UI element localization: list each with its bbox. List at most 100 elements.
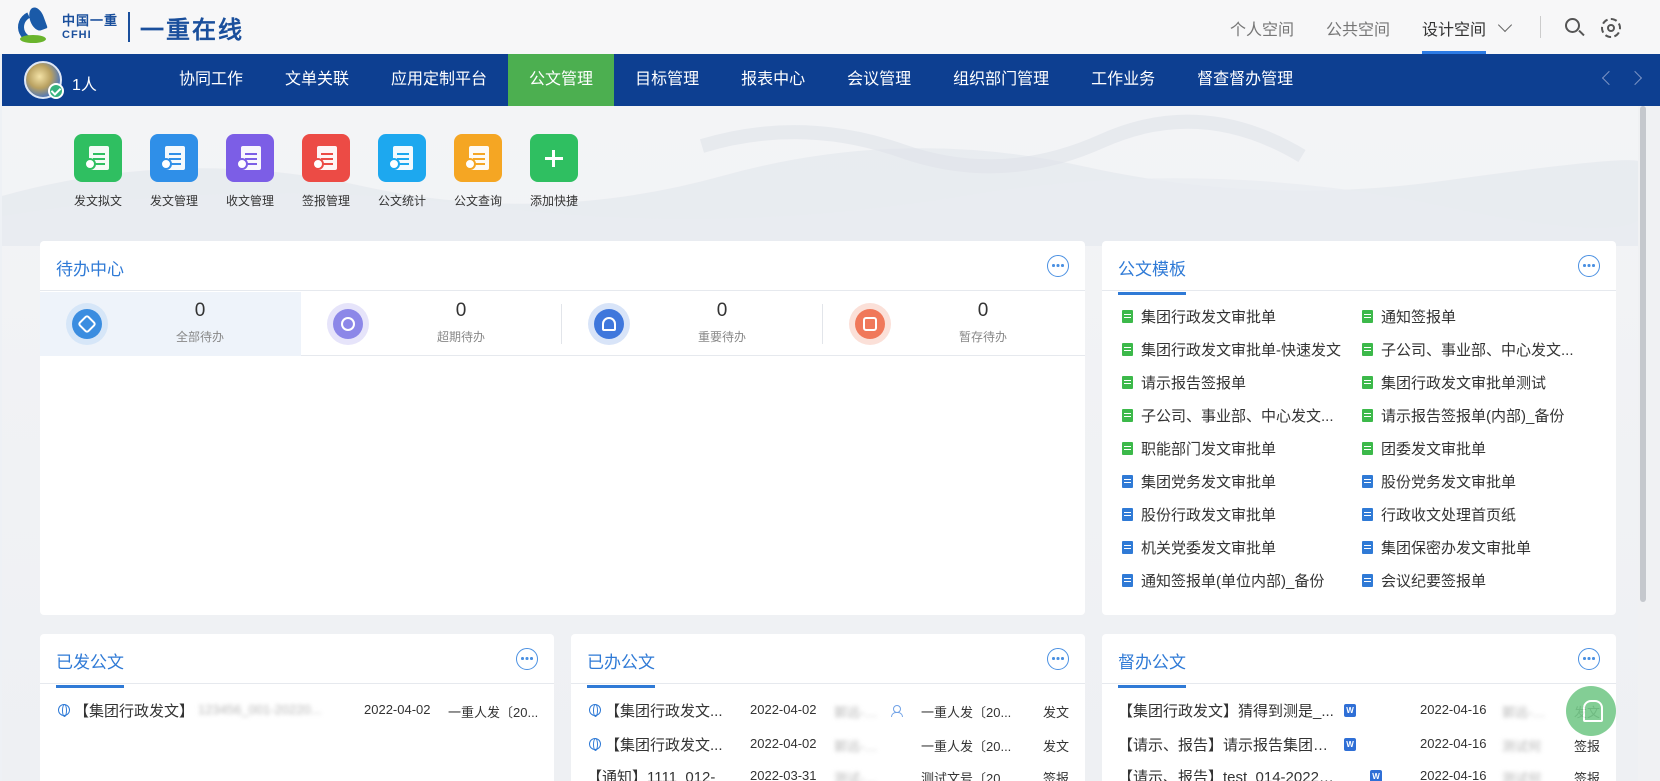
file-icon (1362, 375, 1373, 389)
template-item[interactable]: 团委发文审批单 (1362, 437, 1602, 459)
stat-value: 0 (455, 300, 467, 321)
template-item[interactable]: 请示报告签报单 (1122, 371, 1362, 393)
file-icon (1122, 540, 1133, 554)
template-label: 股份党务发文审批单 (1381, 473, 1517, 491)
chevron-down-icon[interactable] (1497, 17, 1513, 33)
template-item[interactable]: 集团行政发文审批单测试 (1362, 371, 1602, 393)
globe-icon (58, 704, 70, 717)
user-info[interactable]: 1人 (24, 60, 97, 100)
more-icon[interactable] (516, 648, 538, 670)
stat-overdue[interactable]: 0 超期待办 (301, 292, 562, 356)
file-icon (1362, 408, 1373, 422)
file-icon (1122, 441, 1133, 455)
table-row[interactable]: 【集团行政发文】猜得到测是_... W 2022-04-16 郭远-陈... 发… (1102, 694, 1616, 726)
doc-type: 签报 (1574, 739, 1601, 754)
card-title[interactable]: 已发公文 (56, 648, 124, 688)
avatar[interactable] (24, 61, 64, 99)
nav-item-official-docs[interactable]: 公文管理 (508, 54, 615, 106)
stat-important[interactable]: 0 重要待办 (562, 292, 823, 356)
card-title[interactable]: 已办公文 (587, 648, 655, 688)
space-public[interactable]: 公共空间 (1326, 0, 1390, 54)
template-item[interactable]: 股份党务发文审批单 (1362, 470, 1602, 492)
user-clock-icon (327, 303, 369, 345)
shortcut-label: 公文统计 (377, 194, 426, 208)
search-icon[interactable] (1563, 17, 1585, 39)
more-icon[interactable] (1047, 255, 1069, 277)
table-row[interactable]: 【通知】1111_012- 2022-03-31 测试-陈... 测试文号〔20… (571, 760, 1085, 781)
nav-item-reports[interactable]: 报表中心 (720, 54, 826, 106)
space-design[interactable]: 设计空间 (1422, 0, 1487, 54)
templates-card: 公文模板 集团行政发文审批单 通知签报单 集团行政发文审批单-快速发文 子公司、… (1102, 241, 1616, 615)
nav-item-supervision[interactable]: 督查督办管理 (1176, 54, 1314, 106)
more-icon[interactable] (1578, 648, 1600, 670)
card-title[interactable]: 待办中心 (56, 255, 124, 295)
chevron-left-icon[interactable] (1601, 70, 1617, 86)
logo-en: CFHI (62, 28, 92, 41)
template-item[interactable]: 行政收文处理首页纸 (1362, 503, 1602, 525)
scrollbar-thumb[interactable] (1640, 106, 1646, 602)
nav-item-goals[interactable]: 目标管理 (614, 54, 720, 106)
table-row[interactable]: 【集团行政发文... 2022-04-02 郭远-杜... 一重人发〔20...… (571, 728, 1085, 760)
document-edit-icon (74, 134, 122, 182)
table-row[interactable]: 【请示、报告】请示报告集团领... W 2022-04-16 测试何 签报 (1102, 728, 1616, 760)
space-switcher: 个人空间 公共空间 设计空间 (1230, 0, 1513, 54)
template-item[interactable]: 股份行政发文审批单 (1122, 503, 1362, 525)
document-manage-icon (150, 134, 198, 182)
shortcut-draft[interactable]: 发文拟文 (60, 134, 136, 209)
shortcut-add[interactable]: 添加快捷 (516, 134, 592, 209)
doc-person: 测试何 (1502, 739, 1542, 754)
table-row[interactable]: 【集团行政发文】 123456_001-20220... 2022-04-02 … (40, 694, 554, 726)
template-item[interactable]: 机关党委发文审批单 (1122, 536, 1362, 558)
shortcut-send-manage[interactable]: 发文管理 (136, 134, 212, 209)
nav-item-work[interactable]: 工作业务 (1070, 54, 1176, 106)
gear-icon[interactable] (1600, 17, 1622, 39)
template-item[interactable]: 集团保密办发文审批单 (1362, 536, 1602, 558)
template-item[interactable]: 通知签报单 (1362, 305, 1602, 327)
stat-draft[interactable]: 0 暂存待办 (823, 292, 1084, 356)
doc-date: 2022-04-02 (364, 702, 431, 717)
template-label: 团委发文审批单 (1381, 440, 1487, 458)
pending-center-card: 待办中心 0 全部待办 0 超期待办 0 重要待办 0 暂存待办 (40, 241, 1085, 615)
template-item[interactable]: 请示报告签报单(内部)_备份 (1362, 404, 1602, 426)
template-item[interactable]: 子公司、事业部、中心发文... (1122, 404, 1362, 426)
chevron-right-icon[interactable] (1627, 70, 1643, 86)
card-title[interactable]: 公文模板 (1118, 255, 1186, 295)
shortcut-statistics[interactable]: 公文统计 (364, 134, 440, 209)
space-personal[interactable]: 个人空间 (1230, 0, 1294, 54)
stat-value: 0 (194, 300, 206, 321)
nav-item-collab[interactable]: 协同工作 (158, 54, 264, 106)
more-icon[interactable] (1578, 255, 1600, 277)
template-label: 会议纪要签报单 (1381, 572, 1487, 590)
shortcut-query[interactable]: 公文查询 (440, 134, 516, 209)
template-label: 机关党委发文审批单 (1141, 539, 1277, 557)
card-header: 已发公文 (40, 634, 554, 688)
template-item[interactable]: 会议纪要签报单 (1362, 569, 1602, 591)
logo[interactable]: 中国一重 CFHI 一重在线 (13, 4, 244, 50)
nav-item-app-platform[interactable]: 应用定制平台 (370, 54, 508, 106)
pending-stats: 0 全部待办 0 超期待办 0 重要待办 0 暂存待办 (40, 292, 1085, 356)
template-label: 集团党务发文审批单 (1141, 473, 1277, 491)
card-title[interactable]: 督办公文 (1118, 648, 1186, 688)
template-item[interactable]: 子公司、事业部、中心发文... (1362, 338, 1602, 360)
template-item[interactable]: 集团党务发文审批单 (1122, 470, 1362, 492)
file-icon (1122, 342, 1133, 356)
table-row[interactable]: 【集团行政发文... 2022-04-02 郭远-杜... 一重人发〔20...… (571, 694, 1085, 726)
stat-value: 0 (977, 300, 989, 321)
table-row[interactable]: 【请示、报告】test_014-202204... W 2022-04-16 测… (1102, 760, 1616, 781)
template-item[interactable]: 集团行政发文审批单 (1122, 305, 1362, 327)
doc-person: 郭远-陈... (1502, 705, 1548, 720)
shortcut-receive-manage[interactable]: 收文管理 (212, 134, 288, 209)
nav-item-doc-link[interactable]: 文单关联 (264, 54, 370, 106)
word-file-icon: W (1344, 704, 1356, 717)
nav-item-meetings[interactable]: 会议管理 (826, 54, 932, 106)
template-item[interactable]: 通知签报单(单位内部)_备份 (1122, 569, 1362, 591)
nav-item-org[interactable]: 组织部门管理 (932, 54, 1070, 106)
doc-date: 2022-04-16 (1420, 768, 1487, 781)
template-item[interactable]: 职能部门发文审批单 (1122, 437, 1362, 459)
template-item[interactable]: 集团行政发文审批单-快速发文 (1122, 338, 1362, 360)
shortcut-sign-report[interactable]: 签报管理 (288, 134, 364, 209)
more-icon[interactable] (1047, 648, 1069, 670)
logo-cn: 中国一重 (62, 12, 119, 28)
stat-all-pending[interactable]: 0 全部待办 (40, 292, 301, 356)
notification-bell-button[interactable] (1566, 686, 1616, 736)
